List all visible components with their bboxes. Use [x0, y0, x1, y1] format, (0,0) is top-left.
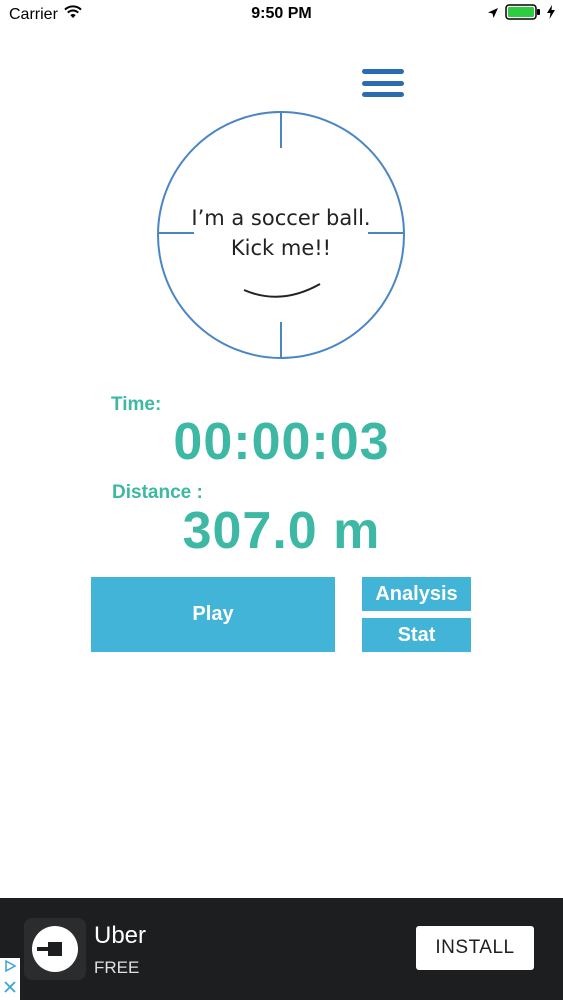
status-bar: Carrier 9:50 PM [0, 0, 563, 30]
ad-banner[interactable]: Uber FREE INSTALL [0, 898, 563, 1000]
ball-text-line1: I’m a soccer ball. [191, 206, 371, 230]
uber-logo-icon [24, 918, 86, 980]
ad-title: Uber [94, 922, 147, 949]
charging-bolt-icon [547, 5, 555, 24]
ball-outline [157, 111, 405, 359]
play-button[interactable]: Play [91, 577, 335, 652]
stat-button[interactable]: Stat [362, 618, 471, 652]
time-value: 00:00:03 [173, 413, 390, 471]
location-arrow-icon [487, 6, 499, 24]
ball-text-line2: Kick me!! [230, 236, 332, 260]
adchoices-button[interactable] [0, 958, 20, 1000]
analysis-button[interactable]: Analysis [362, 577, 471, 611]
distance-value: 307.0 m [182, 502, 381, 560]
menu-icon-bar [362, 69, 404, 74]
app-screen: Carrier 9:50 PM I’m a soccer ball. Kick … [0, 0, 563, 1000]
status-right [487, 4, 555, 25]
status-time: 9:50 PM [251, 5, 312, 22]
close-icon[interactable] [3, 980, 17, 999]
menu-button[interactable] [360, 68, 406, 98]
smile-mark [243, 283, 321, 298]
menu-icon-bar [362, 92, 404, 97]
ad-subtitle: FREE [94, 958, 140, 977]
soccer-ball-button[interactable]: I’m a soccer ball. Kick me!! [156, 110, 406, 360]
battery-icon [505, 4, 541, 25]
install-button[interactable]: INSTALL [416, 926, 534, 970]
menu-icon-bar [362, 80, 404, 86]
adchoices-icon [3, 959, 17, 978]
